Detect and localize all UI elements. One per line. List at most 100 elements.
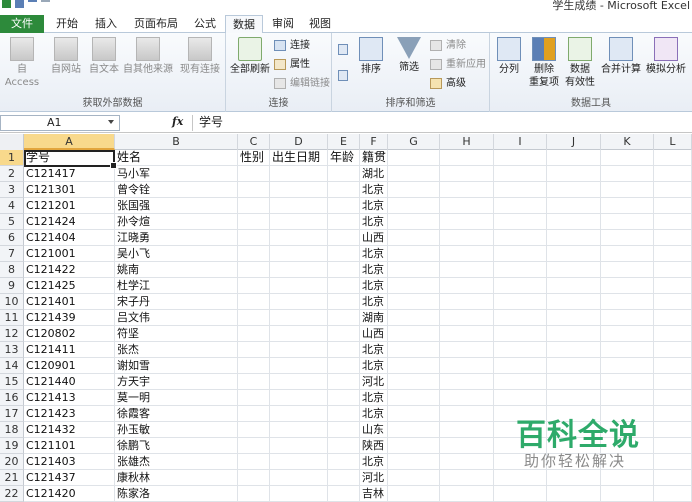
cell[interactable] <box>547 486 601 502</box>
cell[interactable] <box>388 294 440 310</box>
cell[interactable] <box>388 374 440 390</box>
row-header[interactable]: 21 <box>0 470 24 486</box>
properties-button[interactable]: 属性 <box>274 56 310 73</box>
cell[interactable] <box>547 342 601 358</box>
cell[interactable] <box>270 438 328 454</box>
cell[interactable] <box>547 278 601 294</box>
cell[interactable] <box>238 374 270 390</box>
refresh-all-button[interactable]: 全部刷新 <box>228 37 272 76</box>
cell[interactable] <box>270 342 328 358</box>
from-other-sources-button[interactable]: 自其他来源 <box>122 37 174 76</box>
remove-duplicates-button[interactable]: 删除 重复项 <box>526 37 562 89</box>
cell[interactable] <box>601 310 654 326</box>
cell[interactable] <box>547 198 601 214</box>
cell[interactable]: 河北 <box>360 470 388 486</box>
cell[interactable] <box>388 166 440 182</box>
cell[interactable] <box>388 230 440 246</box>
header-cell[interactable]: 年龄 <box>328 150 360 166</box>
cell[interactable] <box>328 438 360 454</box>
cell[interactable]: 孙令煊 <box>115 214 238 230</box>
cell[interactable]: 北京 <box>360 390 388 406</box>
cell[interactable]: C121432 <box>24 422 115 438</box>
cell[interactable] <box>440 166 494 182</box>
cell[interactable] <box>494 246 547 262</box>
cell[interactable] <box>270 310 328 326</box>
cell[interactable]: C121413 <box>24 390 115 406</box>
cell[interactable] <box>238 390 270 406</box>
advanced-button[interactable]: 高级 <box>430 75 466 92</box>
column-header-j[interactable]: J <box>547 134 601 150</box>
cell[interactable] <box>494 214 547 230</box>
cell[interactable]: C121422 <box>24 262 115 278</box>
cell[interactable]: C121403 <box>24 454 115 470</box>
cell[interactable]: 湖南 <box>360 310 388 326</box>
tab-insert[interactable]: 插入 <box>88 15 124 33</box>
cell[interactable] <box>547 246 601 262</box>
cell[interactable] <box>654 166 692 182</box>
cell[interactable] <box>601 342 654 358</box>
cell[interactable]: 方天宇 <box>115 374 238 390</box>
name-box[interactable]: A1 <box>0 115 120 131</box>
column-header-c[interactable]: C <box>238 134 270 150</box>
cell[interactable] <box>601 230 654 246</box>
tab-data[interactable]: 数据 <box>225 15 263 34</box>
cell[interactable] <box>388 390 440 406</box>
cell[interactable]: C121401 <box>24 294 115 310</box>
cell[interactable] <box>238 198 270 214</box>
cell[interactable]: 杜学江 <box>115 278 238 294</box>
cell[interactable] <box>388 262 440 278</box>
cell[interactable] <box>270 374 328 390</box>
cell[interactable]: 吕文伟 <box>115 310 238 326</box>
cell[interactable] <box>328 230 360 246</box>
cell[interactable] <box>494 198 547 214</box>
cell[interactable] <box>601 358 654 374</box>
cell[interactable]: 山西 <box>360 326 388 342</box>
reapply-button[interactable]: 重新应用 <box>430 56 486 73</box>
cell[interactable] <box>270 470 328 486</box>
cell[interactable] <box>440 342 494 358</box>
cell[interactable] <box>440 454 494 470</box>
cell[interactable] <box>494 358 547 374</box>
cell[interactable]: 湖北 <box>360 166 388 182</box>
cell[interactable] <box>238 342 270 358</box>
cell[interactable] <box>440 246 494 262</box>
cell[interactable]: C121417 <box>24 166 115 182</box>
row-header[interactable]: 18 <box>0 422 24 438</box>
row-header[interactable]: 19 <box>0 438 24 454</box>
cell[interactable] <box>654 214 692 230</box>
cell[interactable] <box>328 198 360 214</box>
cell[interactable] <box>440 374 494 390</box>
sort-ascending-button[interactable] <box>338 41 350 58</box>
cell[interactable] <box>440 182 494 198</box>
cell[interactable] <box>494 262 547 278</box>
from-access-button[interactable]: 自 Access <box>2 37 42 89</box>
cell[interactable] <box>654 246 692 262</box>
column-header-g[interactable]: G <box>388 134 440 150</box>
cell[interactable] <box>440 438 494 454</box>
cell[interactable]: 徐鹏飞 <box>115 438 238 454</box>
cell[interactable] <box>238 454 270 470</box>
row-header[interactable]: 4 <box>0 198 24 214</box>
what-if-analysis-button[interactable]: 模拟分析 <box>644 37 688 76</box>
cell[interactable]: C121425 <box>24 278 115 294</box>
cell[interactable]: C121420 <box>24 486 115 502</box>
cell[interactable] <box>238 326 270 342</box>
cell[interactable]: 宋子丹 <box>115 294 238 310</box>
cell[interactable] <box>494 326 547 342</box>
cell[interactable] <box>494 166 547 182</box>
header-cell[interactable]: 性别 <box>238 150 270 166</box>
cell[interactable]: 陈家洛 <box>115 486 238 502</box>
row-header[interactable]: 22 <box>0 486 24 502</box>
cell[interactable] <box>388 454 440 470</box>
cell[interactable]: 康秋林 <box>115 470 238 486</box>
cell[interactable]: C121404 <box>24 230 115 246</box>
cell[interactable] <box>547 374 601 390</box>
cell[interactable] <box>654 294 692 310</box>
sort-descending-button[interactable] <box>338 67 350 84</box>
cell[interactable]: 北京 <box>360 214 388 230</box>
cell[interactable]: 河北 <box>360 374 388 390</box>
cell[interactable] <box>328 406 360 422</box>
cell[interactable] <box>547 326 601 342</box>
cell[interactable]: C121439 <box>24 310 115 326</box>
row-header[interactable]: 3 <box>0 182 24 198</box>
